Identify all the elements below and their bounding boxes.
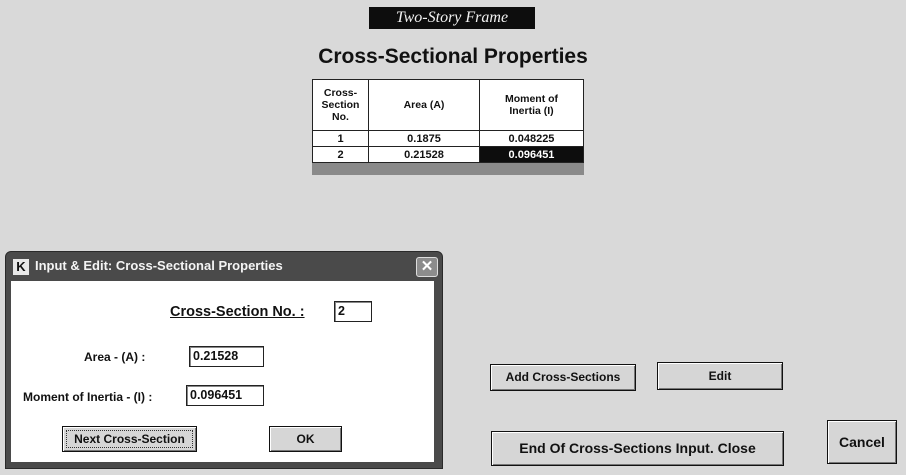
area-input[interactable]: 0.21528 — [189, 346, 264, 367]
moment-label: Moment of Inertia - (I) : — [23, 390, 153, 404]
dialog-title: Input & Edit: Cross-Sectional Properties — [35, 258, 283, 273]
window-title: Two-Story Frame — [369, 7, 535, 29]
table-header-row: Cross- Section No. Area (A) Moment of In… — [312, 79, 584, 131]
table-row[interactable]: 1 0.1875 0.048225 — [312, 130, 584, 147]
ok-button[interactable]: OK — [269, 426, 342, 452]
properties-grid: Cross- Section No. Area (A) Moment of In… — [312, 79, 584, 175]
properties-table: Cross- Section No. Area (A) Moment of In… — [312, 79, 584, 163]
grid-horizontal-scrollbar[interactable] — [312, 163, 584, 175]
app-logo-icon: K — [13, 259, 29, 275]
add-cross-sections-button[interactable]: Add Cross-Sections — [490, 364, 636, 391]
cell-moment-selected[interactable]: 0.096451 — [479, 146, 584, 163]
input-edit-dialog: K Input & Edit: Cross-Sectional Properti… — [5, 251, 443, 469]
table-row[interactable]: 2 0.21528 0.096451 — [312, 146, 584, 163]
cell-section-no[interactable]: 1 — [312, 130, 369, 147]
close-icon[interactable]: ✕ — [416, 257, 438, 277]
cell-area[interactable]: 0.21528 — [368, 146, 480, 163]
dialog-body: Cross-Section No. : 2 Area - (A) : 0.215… — [11, 281, 434, 462]
column-header-area[interactable]: Area (A) — [368, 79, 480, 131]
dialog-titlebar[interactable]: K Input & Edit: Cross-Sectional Properti… — [6, 252, 442, 279]
cell-section-no[interactable]: 2 — [312, 146, 369, 163]
cell-moment[interactable]: 0.048225 — [479, 130, 584, 147]
moment-input[interactable]: 0.096451 — [186, 385, 264, 406]
column-header-section-no[interactable]: Cross- Section No. — [312, 79, 369, 131]
section-no-label: Cross-Section No. : — [170, 304, 305, 320]
cell-area[interactable]: 0.1875 — [368, 130, 480, 147]
edit-button[interactable]: Edit — [657, 362, 783, 390]
page-heading: Cross-Sectional Properties — [318, 45, 588, 68]
end-input-close-button[interactable]: End Of Cross-Sections Input. Close — [491, 431, 784, 466]
area-label: Area - (A) : — [84, 350, 146, 364]
next-cross-section-button[interactable]: Next Cross-Section — [62, 426, 197, 452]
column-header-moment[interactable]: Moment of Inertia (I) — [479, 79, 584, 131]
cancel-button[interactable]: Cancel — [827, 420, 897, 464]
section-no-input[interactable]: 2 — [334, 301, 372, 322]
